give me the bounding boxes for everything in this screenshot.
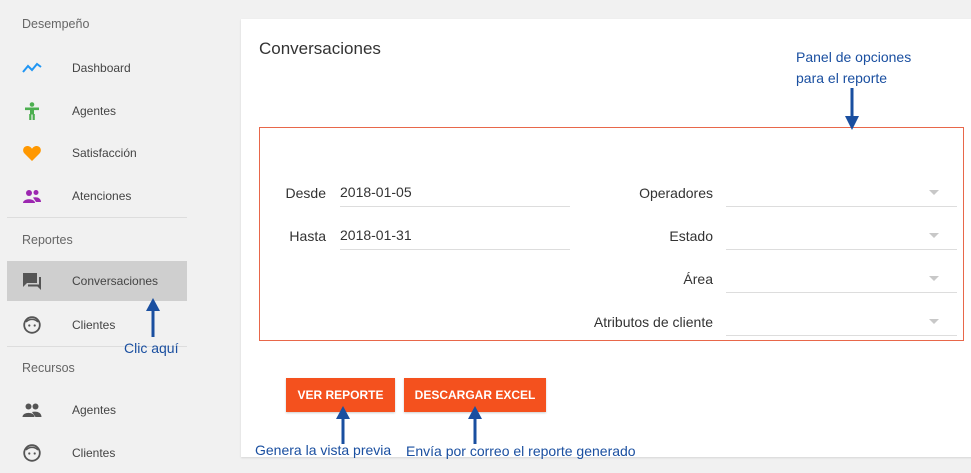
hasta-date-value: 2018-01-31 — [340, 227, 412, 243]
desde-date-value: 2018-01-05 — [340, 184, 412, 200]
face-icon — [23, 444, 41, 462]
atributos-cliente-label: Atributos de cliente — [593, 314, 713, 330]
sidebar-divider — [7, 217, 187, 218]
section-title-recursos: Recursos — [22, 361, 75, 375]
sidebar-item-label: Agentes — [72, 403, 117, 417]
sidebar-item-satisfaccion[interactable]: Satisfacción — [7, 133, 187, 173]
sidebar-item-conversaciones[interactable]: Conversaciones — [7, 261, 187, 301]
sidebar-item-label: Atenciones — [72, 189, 132, 203]
annotation-clic-aqui: Clic aquí — [124, 340, 179, 356]
annotation-arrow-down-icon — [845, 88, 859, 130]
sidebar-item-agentes[interactable]: Agentes — [7, 91, 187, 131]
desde-label: Desde — [285, 185, 326, 201]
estado-select[interactable] — [726, 223, 957, 250]
hasta-label: Hasta — [289, 228, 326, 244]
hasta-date-field[interactable]: 2018-01-31 — [340, 223, 570, 250]
area-label: Área — [683, 271, 713, 287]
chat-icon — [23, 273, 41, 290]
report-options-panel: Desde 2018-01-05 Hasta 2018-01-31 Operad… — [259, 127, 964, 341]
operadores-label: Operadores — [639, 185, 713, 201]
chevron-down-icon — [929, 190, 939, 195]
trending-line-icon — [22, 62, 42, 73]
annotation-panel-line1: Panel de opciones — [796, 49, 912, 65]
annotation-panel-line2: para el reporte — [796, 70, 888, 86]
annotation-genera-vista-previa: Genera la vista previa — [255, 442, 392, 458]
sidebar-item-label: Clientes — [72, 318, 116, 332]
atributos-cliente-select[interactable] — [726, 309, 957, 336]
sidebar-item-recursos-agentes[interactable]: Agentes — [7, 390, 187, 430]
chevron-down-icon — [929, 319, 939, 324]
sidebar-item-atenciones[interactable]: Atenciones — [7, 176, 187, 216]
section-title-desempeno: Desempeño — [22, 17, 90, 31]
sidebar-item-recursos-clientes[interactable]: Clientes — [7, 433, 187, 473]
sidebar-item-label: Conversaciones — [72, 274, 159, 288]
face-icon — [23, 316, 41, 334]
sidebar-item-label: Agentes — [72, 104, 117, 118]
chevron-down-icon — [929, 233, 939, 238]
group-icon — [23, 190, 41, 203]
operadores-select[interactable] — [726, 180, 957, 207]
section-title-reportes: Reportes — [22, 233, 73, 247]
sidebar-item-label: Satisfacción — [72, 146, 137, 160]
sidebar: Desempeño Dashboard Agentes Satisfacción… — [0, 0, 200, 465]
annotation-arrow-up-icon — [146, 298, 160, 337]
chevron-down-icon — [929, 276, 939, 281]
desde-date-field[interactable]: 2018-01-05 — [340, 180, 570, 207]
sidebar-item-dashboard[interactable]: Dashboard — [7, 48, 187, 88]
sidebar-item-label: Clientes — [72, 446, 116, 460]
heart-icon — [23, 145, 41, 161]
sidebar-item-label: Dashboard — [72, 61, 131, 75]
person-icon — [25, 102, 39, 120]
annotation-envia-por-correo: Envía por correo el reporte generado — [406, 443, 636, 459]
estado-label: Estado — [669, 228, 713, 244]
area-select[interactable] — [726, 266, 957, 293]
annotation-arrow-up-icon — [336, 406, 350, 444]
people-icon — [22, 403, 42, 417]
annotation-arrow-up-icon — [468, 406, 482, 444]
page-title: Conversaciones — [259, 39, 381, 58]
